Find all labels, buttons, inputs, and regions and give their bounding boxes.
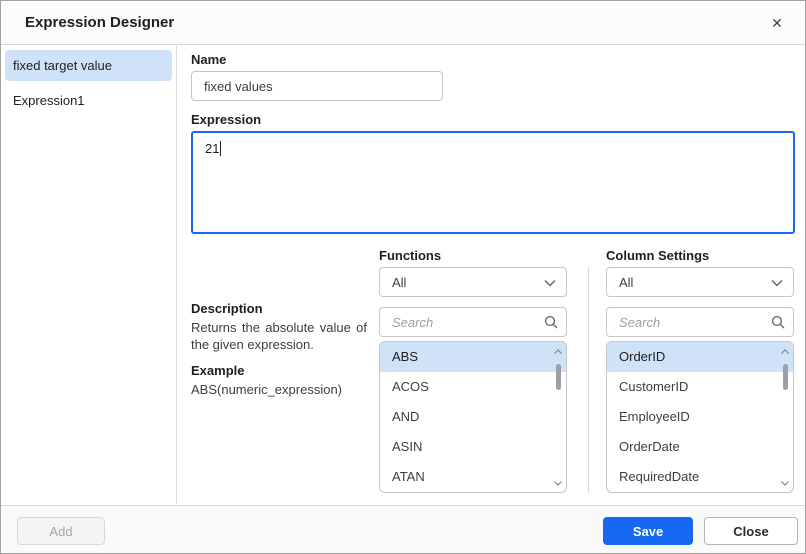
dialog-title: Expression Designer bbox=[25, 14, 175, 31]
expression-list-sidebar: fixed target value Expression1 bbox=[1, 46, 177, 504]
column-list-item[interactable]: EmployeeID bbox=[607, 402, 793, 432]
scroll-up-icon[interactable] bbox=[551, 346, 565, 356]
column-list-item[interactable]: CustomerID bbox=[607, 372, 793, 402]
scroll-up-icon[interactable] bbox=[778, 346, 792, 356]
scroll-down-icon[interactable] bbox=[778, 478, 792, 488]
function-list-item[interactable]: ASIN bbox=[380, 432, 566, 462]
sidebar-item[interactable]: fixed target value bbox=[5, 50, 172, 81]
chevron-down-icon bbox=[771, 280, 783, 287]
name-label: Name bbox=[191, 52, 227, 67]
text-caret bbox=[220, 141, 222, 156]
scrollbar-thumb[interactable] bbox=[783, 364, 788, 390]
functions-heading: Functions bbox=[379, 248, 442, 263]
save-button[interactable]: Save bbox=[603, 517, 693, 545]
search-icon bbox=[771, 315, 785, 329]
column-settings-heading: Column Settings bbox=[606, 248, 710, 263]
scroll-down-icon[interactable] bbox=[551, 478, 565, 488]
description-heading: Description bbox=[191, 301, 263, 316]
functions-scrollbar bbox=[551, 344, 565, 490]
functions-search bbox=[379, 307, 567, 337]
dialog-footer: Add Save Close bbox=[1, 505, 805, 553]
expression-value: 21 bbox=[205, 141, 220, 156]
name-input[interactable] bbox=[191, 71, 443, 101]
columns-search-input[interactable] bbox=[606, 307, 794, 337]
dialog-titlebar: Expression Designer ✕ bbox=[1, 1, 805, 45]
expression-designer-dialog: Expression Designer ✕ fixed target value… bbox=[0, 0, 806, 554]
functions-search-input[interactable] bbox=[379, 307, 567, 337]
column-list-item[interactable]: RequiredDate bbox=[607, 462, 793, 492]
columns-category-dropdown[interactable]: All bbox=[606, 267, 794, 297]
description-text: Returns the absolute value of the given … bbox=[191, 320, 367, 352]
column-divider bbox=[588, 267, 589, 493]
close-icon[interactable]: ✕ bbox=[763, 1, 791, 45]
function-list-item[interactable]: ABS bbox=[380, 342, 566, 372]
columns-search bbox=[606, 307, 794, 337]
scrollbar-thumb[interactable] bbox=[556, 364, 561, 390]
chevron-down-icon bbox=[544, 280, 556, 287]
example-heading: Example bbox=[191, 363, 245, 378]
columns-list: OrderID CustomerID EmployeeID OrderDate Requ… bbox=[606, 341, 794, 493]
sidebar-item[interactable]: Expression1 bbox=[5, 85, 172, 116]
expression-textarea[interactable]: 21 bbox=[191, 131, 795, 234]
functions-category-value: All bbox=[392, 274, 407, 290]
functions-list: ABS ACOS AND ASIN ATAN bbox=[379, 341, 567, 493]
function-list-item[interactable]: ACOS bbox=[380, 372, 566, 402]
columns-scrollbar bbox=[778, 344, 792, 490]
columns-category-value: All bbox=[619, 274, 634, 290]
column-list-item[interactable]: OrderDate bbox=[607, 432, 793, 462]
function-list-item[interactable]: AND bbox=[380, 402, 566, 432]
close-button[interactable]: Close bbox=[704, 517, 798, 545]
example-text: ABS(numeric_expression) bbox=[191, 382, 343, 397]
expression-label: Expression bbox=[191, 112, 262, 127]
search-icon bbox=[544, 315, 558, 329]
add-button[interactable]: Add bbox=[17, 517, 105, 545]
functions-category-dropdown[interactable]: All bbox=[379, 267, 567, 297]
column-list-item[interactable]: OrderID bbox=[607, 342, 793, 372]
function-list-item[interactable]: ATAN bbox=[380, 462, 566, 492]
